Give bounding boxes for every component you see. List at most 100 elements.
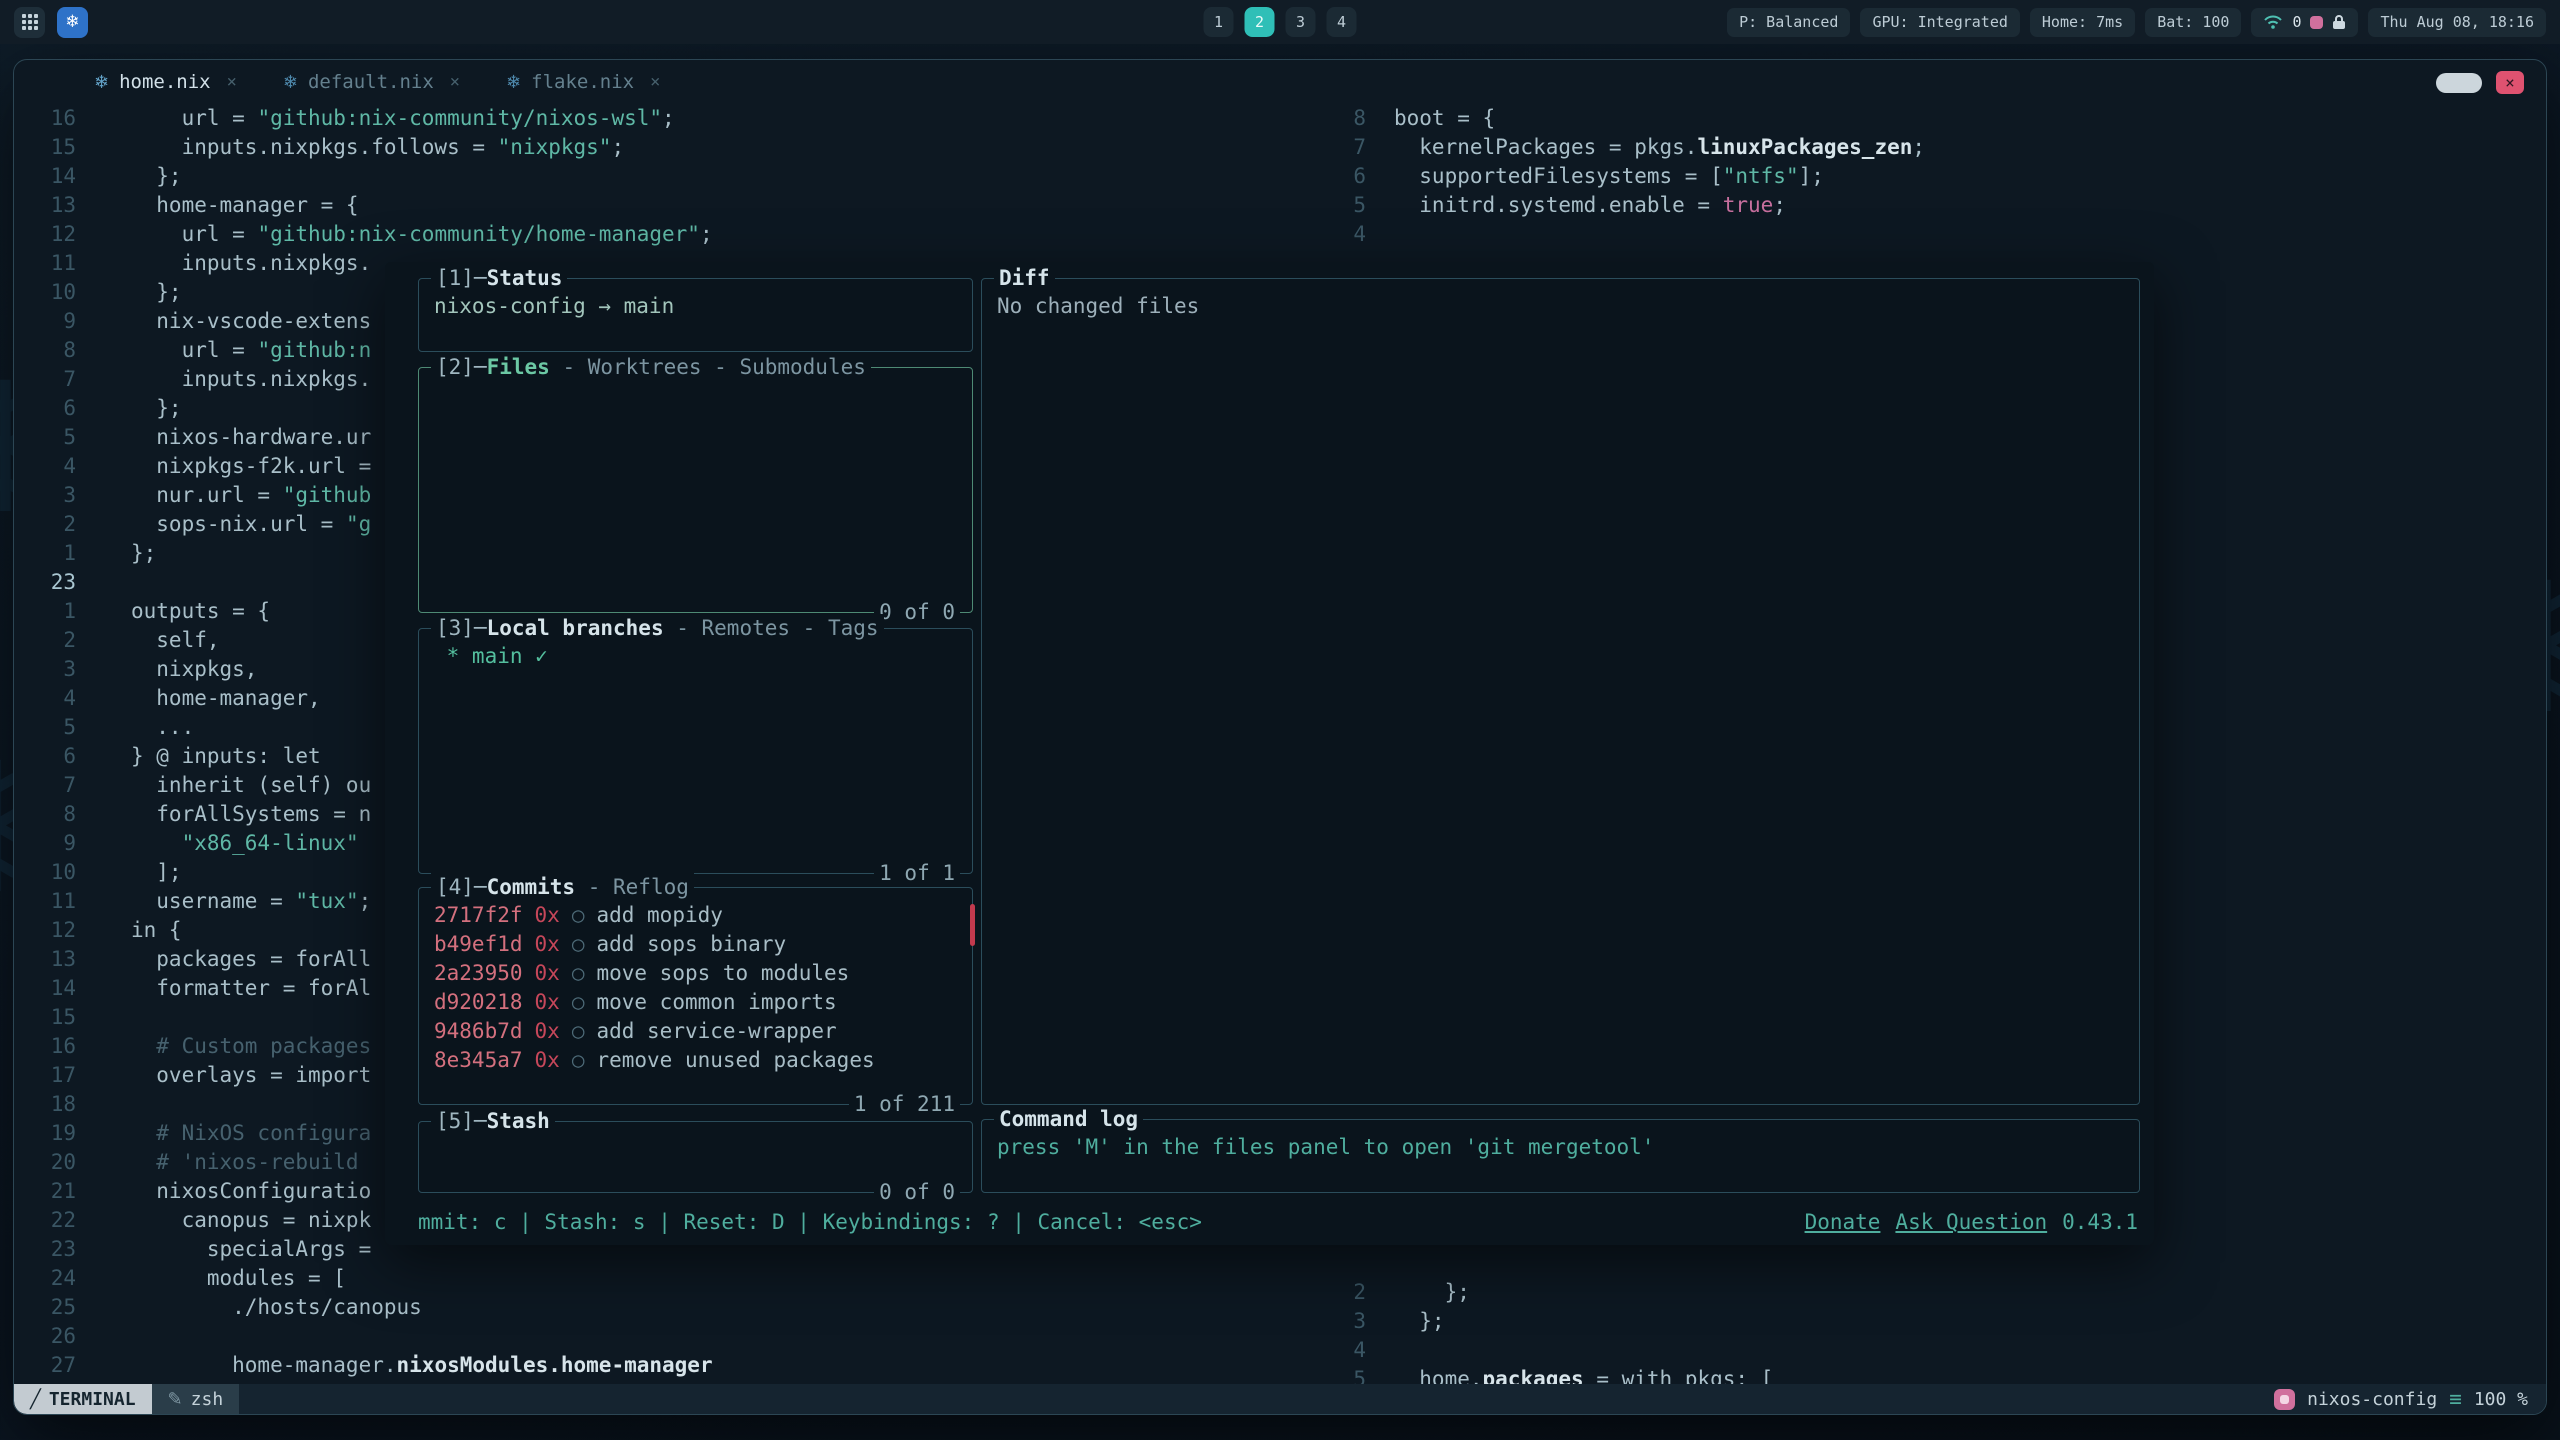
tab-close-icon[interactable]: × [227,72,237,92]
line-number: 5 [14,713,76,742]
workspace-2[interactable]: 2 [1245,7,1275,37]
panel-name: Commits [487,873,576,902]
lazygit-commits-panel[interactable]: [4]─Commits - Reflog 2717f2f0x○add mopid… [418,887,973,1105]
system-tray[interactable]: 0 [2251,8,2358,37]
commit-hash: 2a23950 [434,959,523,988]
panel-subtitle: - Worktrees - Submodules [550,353,866,382]
top-bar: ❄ 1234 P: Balanced GPU: Integrated Home:… [0,0,2560,44]
commit-row[interactable]: 9486b7d0x○add service-wrapper [434,1017,957,1046]
workspace-3[interactable]: 3 [1286,7,1316,37]
line-number: 26 [14,1322,76,1351]
commit-auth: 0x [535,988,560,1017]
code-line: 3 }; [1314,1307,1773,1336]
shell-tab[interactable]: ✎ zsh [152,1384,240,1414]
tab-close-icon[interactable]: × [650,72,660,92]
close-icon: × [2505,73,2515,92]
line-number: 12 [14,220,76,249]
donate-link[interactable]: Donate [1805,1208,1881,1237]
line-number: 9 [14,829,76,858]
workspace-4[interactable]: 4 [1327,7,1357,37]
lazygit-branches-panel[interactable]: [3]─Local branches - Remotes - Tags * ma… [418,628,973,874]
ask-question-link[interactable]: Ask Question [1895,1208,2047,1237]
command-log-content: press 'M' in the files panel to open 'gi… [982,1120,2139,1175]
commit-list: 2717f2f0x○add mopidyb49ef1d0x○add sops b… [419,888,972,1088]
commit-row[interactable]: 8e345a70x○remove unused packages [434,1046,957,1075]
editor-pane-right-bottom[interactable]: 2 };3 };45 home.packages = with pkgs; [ [1314,1278,1773,1394]
commit-msg: add sops binary [596,930,786,959]
line-number: 7 [14,365,76,394]
code-line: 15 inputs.nixpkgs.follows = "nixpkgs"; [14,133,713,162]
code-line: 25 ./hosts/canopus [14,1293,713,1322]
panel-name: Diff [999,264,1050,293]
code-line: 13 home-manager = { [14,191,713,220]
commit-msg: move common imports [596,988,836,1017]
panel-title: Diff [994,264,1055,293]
commit-row[interactable]: d9202180x○move common imports [434,988,957,1017]
lazygit-files-panel[interactable]: [2]─Files - Worktrees - Submodules 0 of … [418,367,973,613]
lazygit-status-panel[interactable]: [1]─Status nixos-config → main [418,278,973,352]
panel-subtitle: - Reflog [575,873,689,902]
window-toggle-pill[interactable] [2436,73,2482,93]
tab-close-icon[interactable]: × [450,72,460,92]
line-number: 7 [1314,133,1366,162]
tab-label: flake.nix [531,71,634,93]
panel-name: Local branches [487,614,664,643]
editor-tab-default.nix[interactable]: ❄default.nix× [283,71,460,93]
tab-label: default.nix [308,71,434,93]
line-number: 12 [14,916,76,945]
code-line: 4 [1314,220,1925,249]
editor-tab-home.nix[interactable]: ❄home.nix× [94,71,237,93]
nix-snowflake-icon: ❄ [506,72,521,93]
line-number: 9 [14,307,76,336]
panel-counter: 1 of 211 [849,1090,960,1119]
nixos-app-icon[interactable]: ❄ [57,7,88,38]
nix-snowflake-glyph: ❄ [65,12,79,32]
panel-number: [5]─ [436,1107,487,1136]
scrollbar-thumb[interactable] [970,904,975,946]
code-line: 12 url = "github:nix-community/home-mana… [14,220,713,249]
line-number: 16 [14,104,76,133]
branch-row[interactable]: * main ✓ [434,642,957,671]
line-number: 23 [14,1235,76,1264]
diff-content: No changed files [982,279,2139,334]
commit-row[interactable]: b49ef1d0x○add sops binary [434,930,957,959]
lazygit-diff-panel[interactable]: Diff No changed files [981,278,2140,1105]
version-label: 0.43.1 [2062,1208,2138,1237]
code-line: 27 home-manager.nixosModules.home-manage… [14,1351,713,1380]
session-name: nixos-config [2307,1389,2437,1410]
line-number: 14 [14,162,76,191]
commit-auth: 0x [535,930,560,959]
commit-row[interactable]: 2717f2f0x○add mopidy [434,901,957,930]
line-number: 16 [14,1032,76,1061]
line-number: 18 [14,1090,76,1119]
editor-tab-flake.nix[interactable]: ❄ flake.nix × [506,71,660,93]
code-line: 7 kernelPackages = pkgs.linuxPackages_ze… [1314,133,1925,162]
panel-number: [4]─ [436,873,487,902]
window-close-button[interactable]: × [2496,71,2524,94]
panel-name: Command log [999,1105,1138,1134]
scrollback-icon: ≡ [2449,1387,2462,1411]
lazygit-command-log-panel[interactable]: Command log press 'M' in the files panel… [981,1119,2140,1193]
panel-counter: 0 of 0 [874,598,960,627]
app-launcher-icon[interactable] [14,7,45,38]
terminal-window: ❄home.nix×❄default.nix×❄flake.nix× × 16 … [13,59,2547,1415]
line-number: 11 [14,887,76,916]
workspace-1[interactable]: 1 [1204,7,1234,37]
line-number: 24 [14,1264,76,1293]
line-number: 3 [14,481,76,510]
commit-msg: remove unused packages [596,1046,874,1075]
lazygit-stash-panel[interactable]: [5]─Stash 0 of 0 [418,1121,973,1193]
mode-icon: ╱ [30,1389,41,1410]
line-number: 19 [14,1119,76,1148]
commit-row[interactable]: 2a239500x○move sops to modules [434,959,957,988]
top-bar-left: ❄ [14,7,88,38]
commit-msg: add service-wrapper [596,1017,836,1046]
commit-node: ○ [572,1017,585,1046]
line-number: 3 [14,655,76,684]
editor-pane-right-top[interactable]: 8boot = {7 kernelPackages = pkgs.linuxPa… [1314,104,1925,249]
panel-title: [5]─Stash [431,1107,555,1136]
line-number: 5 [14,423,76,452]
line-number: 14 [14,974,76,1003]
line-number: 13 [14,945,76,974]
line-number: 23 [14,568,76,597]
